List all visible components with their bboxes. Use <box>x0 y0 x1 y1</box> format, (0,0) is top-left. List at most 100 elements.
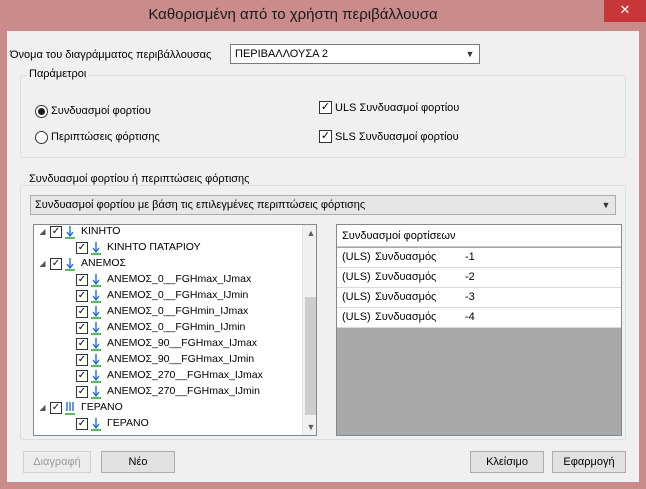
tree-item-label: ΑΝΕΜΟΣ_90__FGHmax_IJmin <box>107 353 255 365</box>
envelope-name-combo[interactable]: ΠΕΡΙΒΑΛΛΟΥΣΑ 2 ▼ <box>230 44 480 64</box>
new-button[interactable]: Νέο <box>101 451 175 473</box>
tree-item-checkbox[interactable]: ✓ <box>76 354 88 366</box>
scrollbar-thumb[interactable] <box>305 297 316 415</box>
combinations-radio-label[interactable]: Συνδυασμοί φορτίου <box>51 105 151 117</box>
delete-button[interactable]: Διαγραφή <box>23 451 91 473</box>
tree-leaf-item[interactable]: ✓ ΑΝΕΜΟΣ_90__FGHmax_IJmax <box>34 336 302 352</box>
window-title: Καθορισμένη από το χρήστη περιβάλλουσα <box>148 6 438 23</box>
tree-leaf-item[interactable]: ✓ ΓΕΡΑΝΟ <box>34 416 302 432</box>
combination-row[interactable]: (ULS) Συνδυασμός -1 <box>337 248 621 268</box>
combination-name: Συνδυασμός <box>375 271 437 283</box>
tree-item-label: ΑΝΕΜΟΣ_0__FGHmax_IJmin <box>107 289 249 301</box>
combination-number: -4 <box>465 311 475 323</box>
tree-item-checkbox[interactable]: ✓ <box>76 322 88 334</box>
load-arrow-icon <box>91 274 101 287</box>
tree-item-label: ΑΝΕΜΟΣ_0__FGHmax_IJmax <box>107 273 252 285</box>
tree-leaf-item[interactable]: ✓ ΚΙΝΗΤΟ ΠΑΤΑΡΙΟΥ <box>34 240 302 256</box>
tree-leaf-item[interactable]: ✓ ΑΝΕΜΟΣ_90__FGHmax_IJmin <box>34 352 302 368</box>
expander-icon[interactable]: ◢ <box>38 404 47 413</box>
combination-row[interactable]: (ULS) Συνδυασμός -3 <box>337 288 621 308</box>
sls-checkbox[interactable]: ✓ <box>319 130 332 143</box>
tree-item-label: ΚΙΝΗΤΟ <box>81 225 121 237</box>
tree-item-checkbox[interactable]: ✓ <box>76 306 88 318</box>
tree-leaf-item[interactable]: ✓ ΑΝΕΜΟΣ_0__FGHmin_IJmax <box>34 304 302 320</box>
expander-icon[interactable]: ◢ <box>38 228 47 237</box>
combination-number: -3 <box>465 291 475 303</box>
multi-load-arrow-icon <box>65 402 75 415</box>
uls-checkbox[interactable]: ✓ <box>319 101 332 114</box>
combinations-grid[interactable]: Συνδυασμοί φορτίσεων (ULS) Συνδυασμός -1 (U… <box>336 224 622 436</box>
apply-button[interactable]: Εφαρμογή <box>552 451 626 473</box>
chevron-down-icon: ▼ <box>465 49 475 59</box>
load-arrow-icon <box>91 354 101 367</box>
selection-legend: Συνδυασμοί φορτίου ή περιπτώσεις φόρτιση… <box>27 173 252 185</box>
expander-icon[interactable]: ◢ <box>38 260 47 269</box>
combination-type: (ULS) <box>342 291 371 303</box>
uls-checkbox-label[interactable]: ULS Συνδυασμοί φορτίου <box>335 102 459 114</box>
tree-item-checkbox[interactable]: ✓ <box>76 386 88 398</box>
combinations-radio[interactable] <box>35 105 48 118</box>
chevron-down-icon: ▼ <box>601 200 611 210</box>
load-arrow-icon <box>91 338 101 351</box>
tree-item-label: ΑΝΕΜΟΣ_270__FGHmax_IJmin <box>107 385 260 397</box>
tree-item-label: ΑΝΕΜΟΣ <box>81 257 126 269</box>
tree-item-checkbox[interactable]: ✓ <box>76 290 88 302</box>
combination-type: (ULS) <box>342 271 371 283</box>
tree-item-label: ΑΝΕΜΟΣ_0__FGHmin_IJmax <box>107 305 249 317</box>
tree-vertical-scrollbar[interactable]: ▲ ▼ <box>302 225 316 435</box>
dialog-client-area: Όνομα του διαγράμματος περιβάλλουσας ΠΕΡ… <box>7 31 639 482</box>
grid-header-label: Συνδυασμοί φορτίσεων <box>342 230 456 242</box>
load-arrow-icon <box>91 290 101 303</box>
parameters-legend: Παράμετροι <box>27 68 89 80</box>
tree-leaf-item[interactable]: ✓ ΑΝΕΜΟΣ_0__FGHmax_IJmax <box>34 272 302 288</box>
tree-leaf-item[interactable]: ✓ ΑΝΕΜΟΣ_270__FGHmax_IJmax <box>34 368 302 384</box>
scroll-up-arrow-icon[interactable]: ▲ <box>303 225 316 241</box>
tree-item-checkbox[interactable]: ✓ <box>76 338 88 350</box>
tree-group-item[interactable]: ◢ ✓ ΓΕΡΑΝΟ <box>34 400 302 416</box>
combination-type: (ULS) <box>342 311 371 323</box>
combination-number: -2 <box>465 271 475 283</box>
load-cases-radio[interactable] <box>35 131 48 144</box>
combination-row[interactable]: (ULS) Συνδυασμός -2 <box>337 268 621 288</box>
tree-item-label: ΓΕΡΑΝΟ <box>107 417 149 429</box>
close-button[interactable]: Κλείσιμο <box>470 451 544 473</box>
tree-item-label: ΑΝΕΜΟΣ_0__FGHmin_IJmin <box>107 321 246 333</box>
load-cases-radio-label[interactable]: Περιπτώσεις φόρτισης <box>51 131 160 143</box>
load-cases-tree[interactable]: ◢ ✓ ΚΙΝΗΤΟ ✓ ΚΙΝΗΤΟ ΠΑΤΑΡΙΟΥ ◢ ✓ ΑΝΕΜΟΣ ✓ ΑΝΕΜΟΣ_… <box>33 224 317 436</box>
combination-type: (ULS) <box>342 251 371 263</box>
load-arrow-icon <box>91 322 101 335</box>
load-arrow-icon <box>91 418 101 431</box>
combination-number: -1 <box>465 251 475 263</box>
tree-item-label: ΑΝΕΜΟΣ_270__FGHmax_IJmax <box>107 369 263 381</box>
window-close-button[interactable]: ✕ <box>604 0 646 22</box>
combination-name: Συνδυασμός <box>375 251 437 263</box>
load-arrow-icon <box>91 370 101 383</box>
envelope-name-label: Όνομα του διαγράμματος περιβάλλουσας <box>10 49 212 61</box>
tree-leaf-item[interactable]: ✓ ΑΝΕΜΟΣ_0__FGHmin_IJmin <box>34 320 302 336</box>
tree-item-checkbox[interactable]: ✓ <box>76 370 88 382</box>
selection-mode-value: Συνδυασμοί φορτίου με βάση τις επιλεγμέν… <box>35 199 366 211</box>
grid-header: Συνδυασμοί φορτίσεων <box>337 225 621 247</box>
tree-item-checkbox[interactable]: ✓ <box>76 242 88 254</box>
tree-item-label: ΚΙΝΗΤΟ ΠΑΤΑΡΙΟΥ <box>107 241 201 253</box>
tree-group-item[interactable]: ◢ ✓ ΑΝΕΜΟΣ <box>34 256 302 272</box>
load-arrow-icon <box>91 242 101 255</box>
scroll-down-arrow-icon[interactable]: ▼ <box>303 419 316 435</box>
tree-group-item[interactable]: ◢ ✓ ΚΙΝΗΤΟ <box>34 225 302 240</box>
tree-item-checkbox[interactable]: ✓ <box>76 274 88 286</box>
tree-item-checkbox[interactable]: ✓ <box>50 258 62 270</box>
load-arrow-icon <box>91 386 101 399</box>
sls-checkbox-label[interactable]: SLS Συνδυασμοί φορτίου <box>335 131 459 143</box>
dialog-window: Καθορισμένη από το χρήστη περιβάλλουσα ✕… <box>0 0 646 489</box>
title-bar[interactable]: Καθορισμένη από το χρήστη περιβάλλουσα ✕ <box>0 0 646 30</box>
tree-leaf-item[interactable]: ✓ ΑΝΕΜΟΣ_0__FGHmax_IJmin <box>34 288 302 304</box>
load-arrow-icon <box>65 226 75 239</box>
selection-mode-combo[interactable]: Συνδυασμοί φορτίου με βάση τις επιλεγμέν… <box>30 195 616 215</box>
tree-item-checkbox[interactable]: ✓ <box>50 402 62 414</box>
tree-item-checkbox[interactable]: ✓ <box>50 226 62 238</box>
combination-row[interactable]: (ULS) Συνδυασμός -4 <box>337 308 621 328</box>
tree-leaf-item[interactable]: ✓ ΑΝΕΜΟΣ_270__FGHmax_IJmin <box>34 384 302 400</box>
tree-item-checkbox[interactable]: ✓ <box>76 418 88 430</box>
load-arrow-icon <box>91 306 101 319</box>
combination-name: Συνδυασμός <box>375 291 437 303</box>
